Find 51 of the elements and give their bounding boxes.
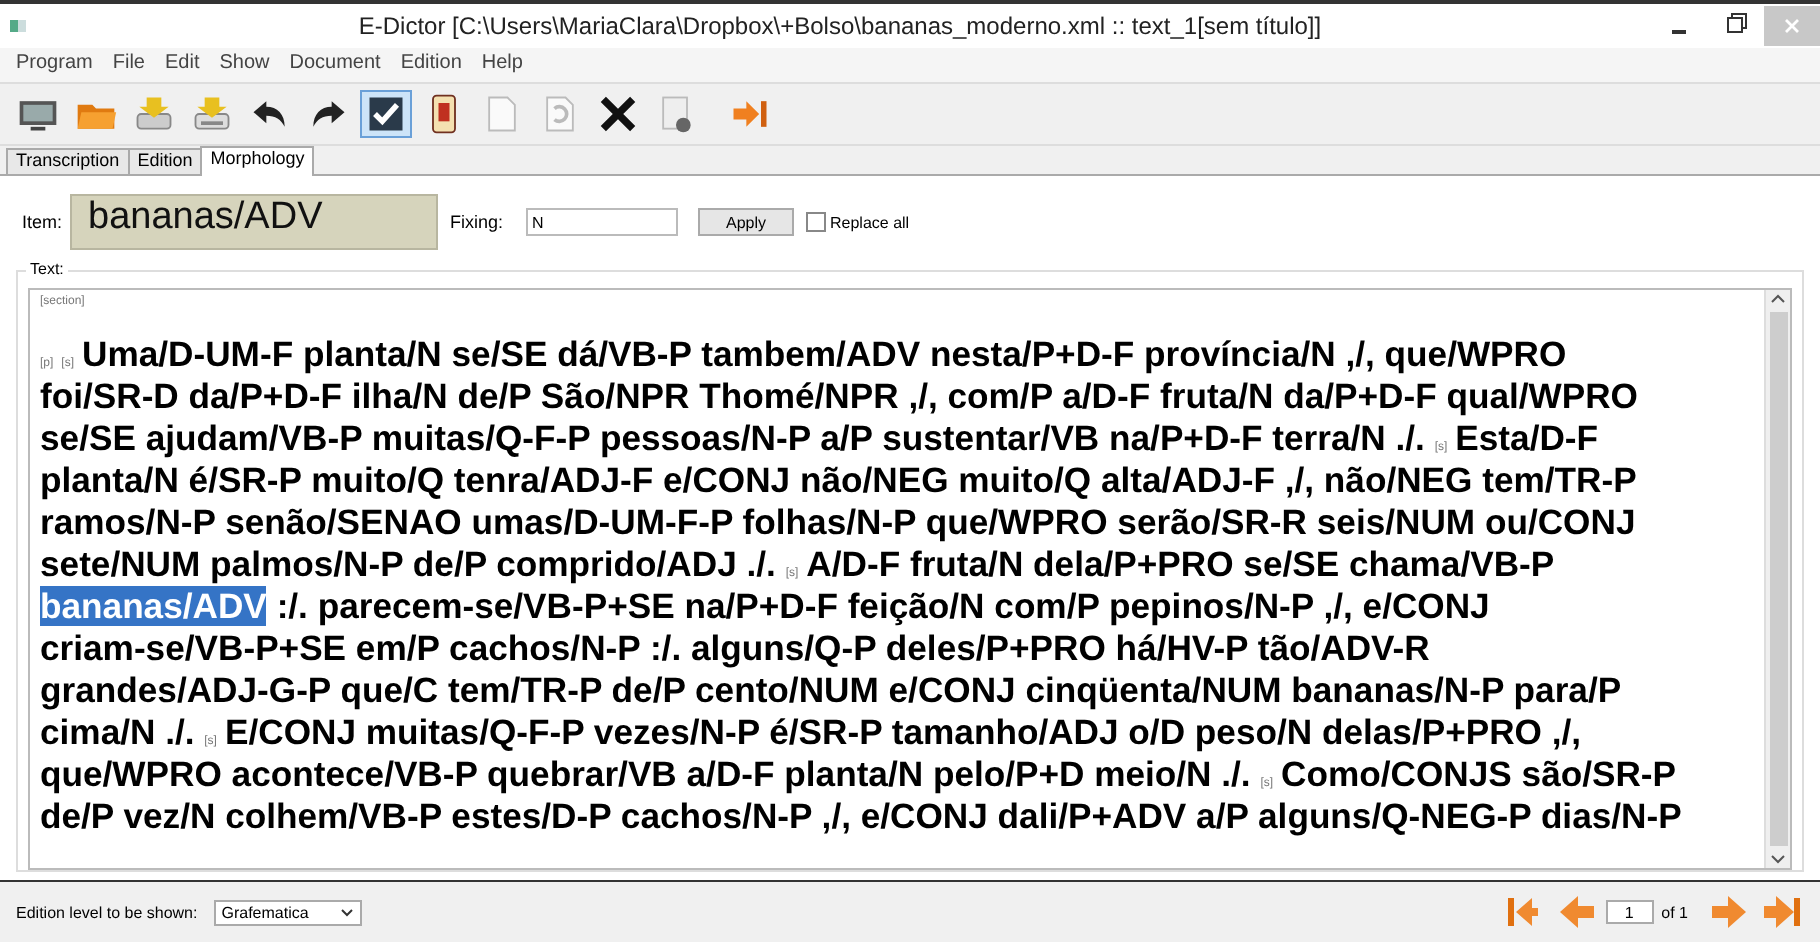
tab[interactable]: Morphology [200,146,315,176]
fixing-field[interactable]: N [526,208,678,236]
annotated-text: de/P vez/N colhem/VB-P estes/D-P cachos/N-P ,/, e/CONJ dali/P+ADV a/P alguns/Q-NEG-P dias/N-P [40,796,1682,836]
menu-item[interactable]: Document [289,52,381,78]
annotated-text: que/WPRO acontece/VB-P quebrar/VB a/D-F planta/N pelo/P+D meio/N ./. [40,754,1251,794]
annotated-text: A/D-F fruta/N dela/P+PRO se/SE chama/VB-P [806,544,1555,584]
annotated-text: se/SE ajudam/VB-P muitas/Q-F-P pessoas/N-P a/P sustentar/VB na/P+D-F terra/N ./. [40,418,1425,458]
annotated-text: sete/NUM palmos/N-P de/P comprido/ADJ ./. [40,544,776,584]
apply-button[interactable]: Apply [698,208,794,236]
edition-level-label: Edition level to be shown: [16,903,198,921]
caret-icon [339,907,354,917]
app-icon [8,16,28,36]
item-label: Item: [22,212,65,232]
level-dropdown[interactable]: Grafematica [213,899,362,925]
annotated-text: planta/N é/SR-P muito/Q tenra/ADJ-F e/CONJ não/NEG muito/Q alta/ADJ-F ,/, não/NEG tem/TR-P [40,460,1637,500]
checkmark-icon [364,92,408,136]
menu-item[interactable]: Edition [400,52,462,78]
close-icon [596,92,640,136]
window-title: E-Dictor [C:\Users\MariaClara\Dropbox\+Bolso\bananas_moderno.xml :: text_1[sem título]] [356,12,1324,40]
tab[interactable]: Edition [127,148,203,174]
last-page-button[interactable] [1760,892,1804,932]
annotated-text: ramos/N-P senão/SENAO umas/D-UM-F-P folhas/N-P que/WPRO serão/SR-R seis/NUM ou/CONJ [40,502,1636,542]
annotated-text: cima/N ./. [40,712,195,752]
annotated-text: Esta/D-F [1455,418,1599,458]
scroll-up-icon[interactable] [1768,290,1788,308]
checkbox[interactable] [806,212,826,232]
group-label: Text: [26,260,68,278]
annotated-text: Como/CONJS são/SR-P [1281,754,1677,794]
menu-item[interactable]: Show [219,52,270,78]
checkbox-label: Replace all [830,213,910,231]
annotated-text: E/CONJ muitas/Q-F-P vezes/N-P é/SR-P tamanho/ADJ o/D peso/N delas/P+PRO ,/, [224,712,1582,752]
menu-item[interactable]: Help [481,52,523,78]
scrollbar-thumb[interactable] [1769,312,1787,846]
annotated-text: grandes/ADJ-G-P que/C tem/TR-P de/P cento/NUM e/CONJ cinqüenta/NUM bananas/N-P para/P [40,670,1622,710]
toolbar-button[interactable] [360,90,412,138]
annotated-text: foi/SR-D da/P+D-F ilha/N de/P São/NPR Thomé/NPR ,/, com/P a/D-F fruta/N da/P+D-F qual/WPRO [40,376,1638,416]
annotated-text: Uma/D-UM-F planta/N se/SE dá/VB-P tambem/ADV nesta/P+D-F província/N ,/, que/WPRO [82,334,1567,374]
page-field[interactable]: 1 [1605,900,1654,924]
disk-icon [190,92,234,136]
disk-icon [132,92,176,136]
page-total: of 1 [1661,903,1688,921]
fixing-label: Fixing: [450,212,506,232]
item-display: bananas/ADV [70,194,438,250]
menu-item[interactable]: File [112,52,145,78]
selected-token[interactable]: bananas/ADV [40,586,267,626]
menu-item[interactable]: Edit [164,52,200,78]
menu-item[interactable]: Program [16,52,93,78]
scroll-down-icon[interactable] [1768,850,1788,868]
annotated-text: criam-se/VB-P+SE em/P cachos/N-P :/. alguns/Q-P deles/P+PRO há/HV-P tão/ADV-R [40,628,1430,668]
tab[interactable]: Transcription [6,148,130,174]
annotated-text: :/. parecem-se/VB-P+SE na/P+D-F feição/N com/P pepinos/N-P ,/, e/CONJ [276,586,1490,626]
